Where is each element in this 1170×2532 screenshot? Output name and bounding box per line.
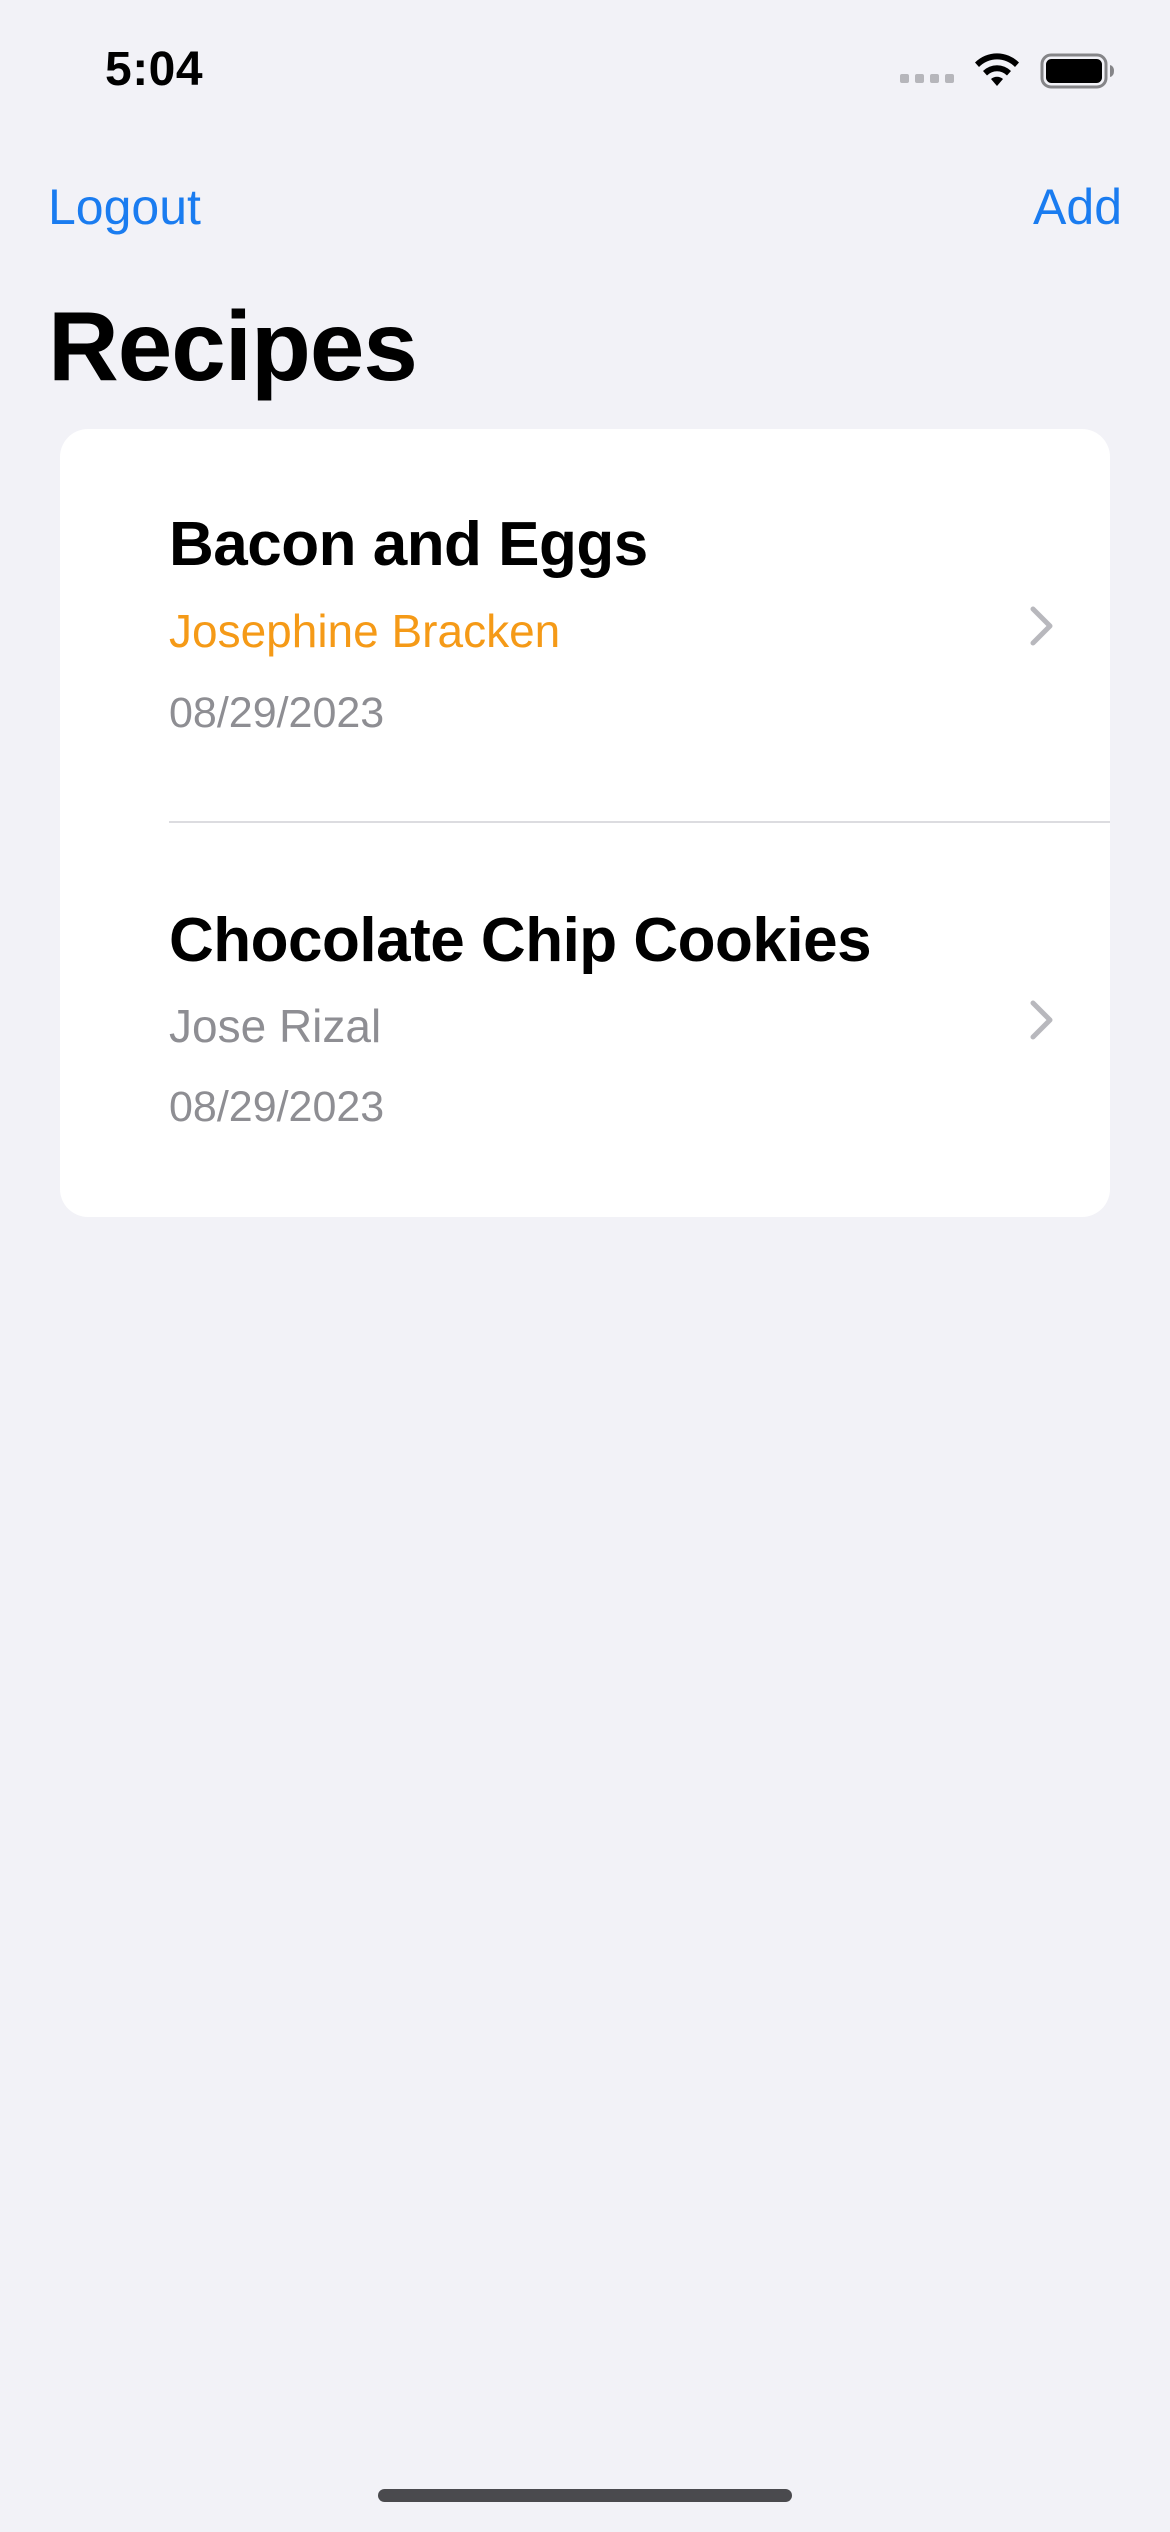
recipe-title: Bacon and Eggs: [169, 510, 648, 579]
list-item[interactable]: Chocolate Chip Cookies Jose Rizal 08/29/…: [60, 823, 1110, 1217]
list-item[interactable]: Bacon and Eggs Josephine Bracken 08/29/2…: [60, 429, 1110, 823]
recipe-date: 08/29/2023: [169, 689, 385, 737]
recipe-title: Chocolate Chip Cookies: [169, 906, 872, 975]
recipe-list: Bacon and Eggs Josephine Bracken 08/29/2…: [60, 429, 1110, 1217]
status-indicators: [900, 52, 1116, 90]
wifi-icon: [975, 53, 1019, 86]
recipe-author: Jose Rizal: [169, 1000, 382, 1052]
battery-icon: [1040, 53, 1114, 89]
add-button[interactable]: Add: [1033, 178, 1122, 236]
chevron-right-icon: [1030, 1000, 1053, 1040]
home-indicator[interactable]: [378, 2489, 792, 2502]
recipe-author: Josephine Bracken: [169, 605, 561, 657]
status-time: 5:04: [105, 43, 204, 96]
chevron-right-icon: [1030, 606, 1053, 646]
page-title: Recipes: [48, 291, 418, 401]
recipe-date: 08/29/2023: [169, 1083, 385, 1131]
cellular-signal-icon: [900, 73, 954, 83]
logout-button[interactable]: Logout: [48, 178, 201, 236]
